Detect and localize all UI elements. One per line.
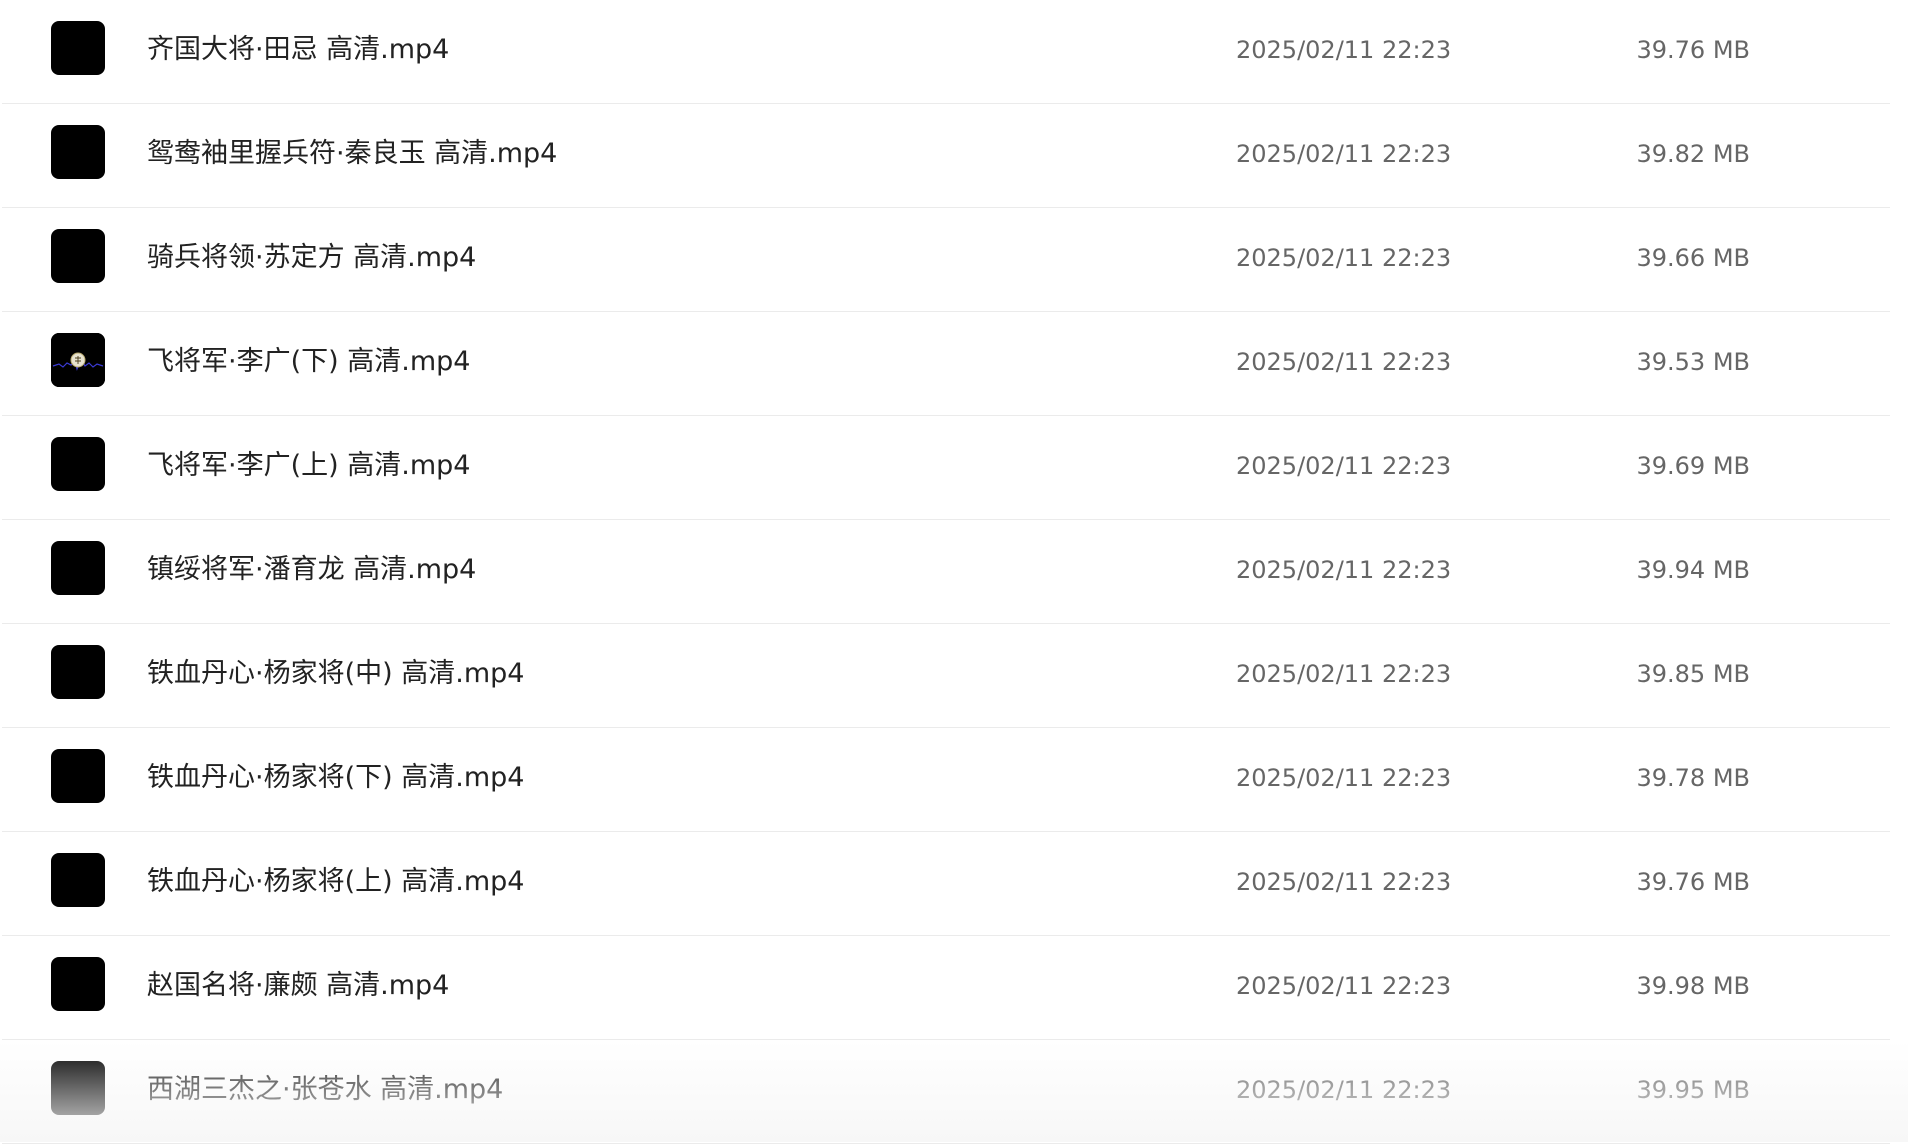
file-modified-date: 2025/02/11 22:23 xyxy=(1236,452,1452,480)
file-modified-date: 2025/02/11 22:23 xyxy=(1236,764,1452,792)
file-row[interactable]: 骑兵将领·苏定方 高清.mp4 2025/02/11 22:23 39.66 M… xyxy=(2,208,1890,312)
file-row[interactable]: 赵国名将·廉颇 高清.mp4 2025/02/11 22:23 39.98 MB xyxy=(2,936,1890,1040)
file-modified-date: 2025/02/11 22:23 xyxy=(1236,556,1452,584)
file-name[interactable]: 铁血丹心·杨家将(中) 高清.mp4 xyxy=(147,624,524,724)
file-name[interactable]: 鸳鸯袖里握兵符·秦良玉 高清.mp4 xyxy=(147,104,557,204)
video-thumbnail xyxy=(51,229,105,283)
file-size: 39.76 MB xyxy=(1636,868,1750,896)
file-size: 39.69 MB xyxy=(1636,452,1750,480)
file-size: 39.94 MB xyxy=(1636,556,1750,584)
file-size: 39.98 MB xyxy=(1636,972,1750,1000)
logo-frame-icon xyxy=(51,333,105,387)
file-name[interactable]: 铁血丹心·杨家将(下) 高清.mp4 xyxy=(147,728,524,828)
video-thumbnail xyxy=(51,853,105,907)
file-modified-date: 2025/02/11 22:23 xyxy=(1236,972,1452,1000)
file-row[interactable]: 飞将军·李广(下) 高清.mp4 2025/02/11 22:23 39.53 … xyxy=(2,312,1890,416)
file-name[interactable]: 镇绥将军·潘育龙 高清.mp4 xyxy=(147,520,476,620)
file-row[interactable]: 铁血丹心·杨家将(中) 高清.mp4 2025/02/11 22:23 39.8… xyxy=(2,624,1890,728)
file-size: 39.95 MB xyxy=(1636,1076,1750,1104)
file-size: 39.66 MB xyxy=(1636,244,1750,272)
video-thumbnail xyxy=(51,333,105,387)
file-size: 39.82 MB xyxy=(1636,140,1750,168)
file-size: 39.53 MB xyxy=(1636,348,1750,376)
file-name[interactable]: 赵国名将·廉颇 高清.mp4 xyxy=(147,936,449,1036)
file-size: 39.85 MB xyxy=(1636,660,1750,688)
file-modified-date: 2025/02/11 22:23 xyxy=(1236,36,1452,64)
file-name[interactable]: 西湖三杰之·张苍水 高清.mp4 xyxy=(147,1040,503,1140)
file-name[interactable]: 飞将军·李广(上) 高清.mp4 xyxy=(147,416,470,516)
file-modified-date: 2025/02/11 22:23 xyxy=(1236,244,1452,272)
file-row[interactable]: 镇绥将军·潘育龙 高清.mp4 2025/02/11 22:23 39.94 M… xyxy=(2,520,1890,624)
file-row[interactable]: 铁血丹心·杨家将(上) 高清.mp4 2025/02/11 22:23 39.7… xyxy=(2,832,1890,936)
file-modified-date: 2025/02/11 22:23 xyxy=(1236,1076,1452,1104)
file-name[interactable]: 齐国大将·田忌 高清.mp4 xyxy=(147,0,449,100)
file-row[interactable]: 西湖三杰之·张苍水 高清.mp4 2025/02/11 22:23 39.95 … xyxy=(2,1040,1890,1144)
video-thumbnail xyxy=(51,437,105,491)
file-modified-date: 2025/02/11 22:23 xyxy=(1236,868,1452,896)
file-name[interactable]: 骑兵将领·苏定方 高清.mp4 xyxy=(147,208,476,308)
file-modified-date: 2025/02/11 22:23 xyxy=(1236,660,1452,688)
file-row[interactable]: 齐国大将·田忌 高清.mp4 2025/02/11 22:23 39.76 MB xyxy=(2,0,1890,104)
file-modified-date: 2025/02/11 22:23 xyxy=(1236,140,1452,168)
file-name[interactable]: 铁血丹心·杨家将(上) 高清.mp4 xyxy=(147,832,524,932)
video-thumbnail xyxy=(51,749,105,803)
file-list: 齐国大将·田忌 高清.mp4 2025/02/11 22:23 39.76 MB… xyxy=(0,0,1892,1144)
video-thumbnail xyxy=(51,645,105,699)
video-thumbnail xyxy=(51,957,105,1011)
file-row[interactable]: 鸳鸯袖里握兵符·秦良玉 高清.mp4 2025/02/11 22:23 39.8… xyxy=(2,104,1890,208)
file-name[interactable]: 飞将军·李广(下) 高清.mp4 xyxy=(147,312,470,412)
video-thumbnail xyxy=(51,1061,105,1115)
file-modified-date: 2025/02/11 22:23 xyxy=(1236,348,1452,376)
file-size: 39.76 MB xyxy=(1636,36,1750,64)
file-size: 39.78 MB xyxy=(1636,764,1750,792)
file-row[interactable]: 铁血丹心·杨家将(下) 高清.mp4 2025/02/11 22:23 39.7… xyxy=(2,728,1890,832)
video-thumbnail xyxy=(51,541,105,595)
video-thumbnail xyxy=(51,21,105,75)
video-thumbnail xyxy=(51,125,105,179)
file-row[interactable]: 飞将军·李广(上) 高清.mp4 2025/02/11 22:23 39.69 … xyxy=(2,416,1890,520)
